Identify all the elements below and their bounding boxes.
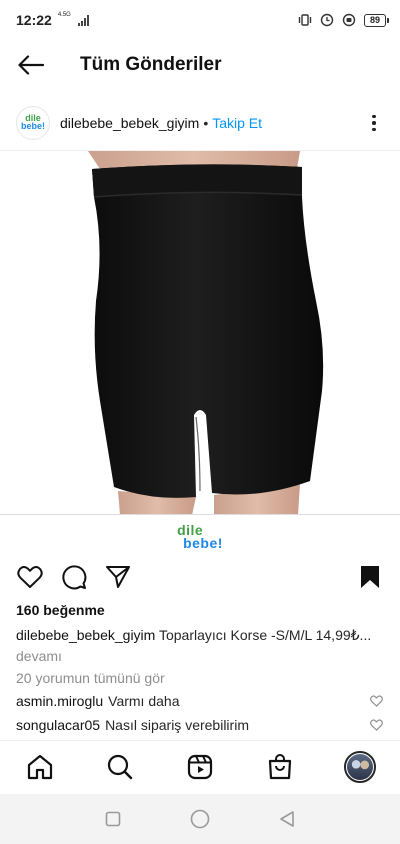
- brand-logo-bottom: bebe!: [183, 534, 223, 551]
- data-saver-icon: [342, 13, 356, 27]
- back-system-button[interactable]: [272, 804, 302, 834]
- status-left: 12:22 4.5G: [16, 12, 89, 28]
- heart-icon: [17, 566, 43, 588]
- more-vertical-icon: [372, 114, 376, 119]
- comment-bubble-icon: [62, 565, 87, 590]
- like-button[interactable]: [16, 563, 44, 591]
- save-button[interactable]: [356, 563, 384, 591]
- back-button[interactable]: [0, 40, 62, 90]
- comment-button[interactable]: [60, 563, 88, 591]
- comment-item: asmin.miroglu Varmı daha: [16, 693, 384, 709]
- battery-level: 89: [369, 15, 380, 25]
- home-icon: [27, 754, 53, 779]
- signal-icon: [77, 14, 89, 26]
- shapewear-photo: [0, 151, 400, 514]
- nav-profile[interactable]: [340, 747, 380, 787]
- nav-home[interactable]: [20, 747, 60, 787]
- separator-dot: •: [203, 115, 209, 131]
- nav-reels[interactable]: [180, 747, 220, 787]
- search-icon: [107, 754, 133, 779]
- network-type-label: 4.5G: [57, 12, 71, 18]
- triangle-back-icon: [279, 811, 294, 827]
- follow-button[interactable]: Takip Et: [212, 115, 262, 131]
- comment-username[interactable]: songulacar05: [16, 717, 100, 733]
- post-author-username[interactable]: dilebebe_bebek_giyim: [60, 115, 199, 131]
- square-icon: [106, 811, 121, 827]
- reels-icon: [187, 754, 213, 779]
- shopping-bag-icon: [268, 753, 292, 779]
- status-right: 89: [298, 13, 389, 27]
- likes-count[interactable]: 160 beğenme: [16, 602, 105, 618]
- caption-text: Toparlayıcı Korse -S/M/L 14,99₺...: [158, 627, 372, 643]
- comment-item: songulacar05 Nasıl sipariş verebilirim: [16, 717, 384, 733]
- post-header: dile bebe! dilebebe_bebek_giyim • Takip …: [0, 98, 400, 148]
- recent-apps-button[interactable]: [98, 804, 128, 834]
- page-title: Tüm Gönderiler: [80, 54, 222, 75]
- brand-watermark-strip: dile bebe!: [0, 514, 400, 558]
- system-navigation-bar: [0, 794, 400, 844]
- post-image[interactable]: [0, 150, 400, 514]
- bottom-navigation: [0, 740, 400, 792]
- caption-more-link[interactable]: devamı: [16, 648, 62, 664]
- post-action-bar: [0, 560, 400, 594]
- home-system-button[interactable]: [185, 804, 215, 834]
- brand-logo-small: dile bebe!: [20, 114, 45, 131]
- comment-like-button[interactable]: [368, 693, 384, 709]
- status-time: 12:22: [16, 12, 52, 28]
- post-author-avatar[interactable]: dile bebe!: [16, 106, 50, 140]
- caption-username[interactable]: dilebebe_bebek_giyim: [16, 627, 155, 643]
- alarm-icon: [320, 13, 334, 27]
- comment-like-button[interactable]: [368, 717, 384, 733]
- heart-icon: [369, 695, 383, 707]
- brand-logo: dile bebe!: [177, 523, 223, 551]
- arrow-left-icon: [18, 55, 44, 75]
- app-header: Tüm Gönderiler: [0, 40, 400, 90]
- nav-shop[interactable]: [260, 747, 300, 787]
- share-button[interactable]: [104, 563, 132, 591]
- post-caption: dilebebe_bebek_giyim Toparlayıcı Korse -…: [16, 625, 384, 667]
- vibrate-icon: [298, 13, 312, 27]
- battery-icon: 89: [364, 13, 389, 27]
- paper-plane-icon: [106, 566, 130, 588]
- profile-avatar: [344, 750, 376, 783]
- more-options-button[interactable]: [362, 108, 386, 138]
- status-bar: 12:22 4.5G 89: [0, 0, 400, 40]
- nav-search[interactable]: [100, 747, 140, 787]
- circle-icon: [190, 809, 210, 829]
- avatar-logo-bottom: bebe!: [20, 121, 45, 131]
- bookmark-filled-icon: [361, 566, 379, 588]
- comment-username[interactable]: asmin.miroglu: [16, 693, 103, 709]
- comment-text: Varmı daha: [108, 693, 180, 709]
- heart-icon: [369, 719, 383, 731]
- view-all-comments-link[interactable]: 20 yorumun tümünü gör: [16, 670, 165, 686]
- comment-text: Nasıl sipariş verebilirim: [105, 717, 249, 733]
